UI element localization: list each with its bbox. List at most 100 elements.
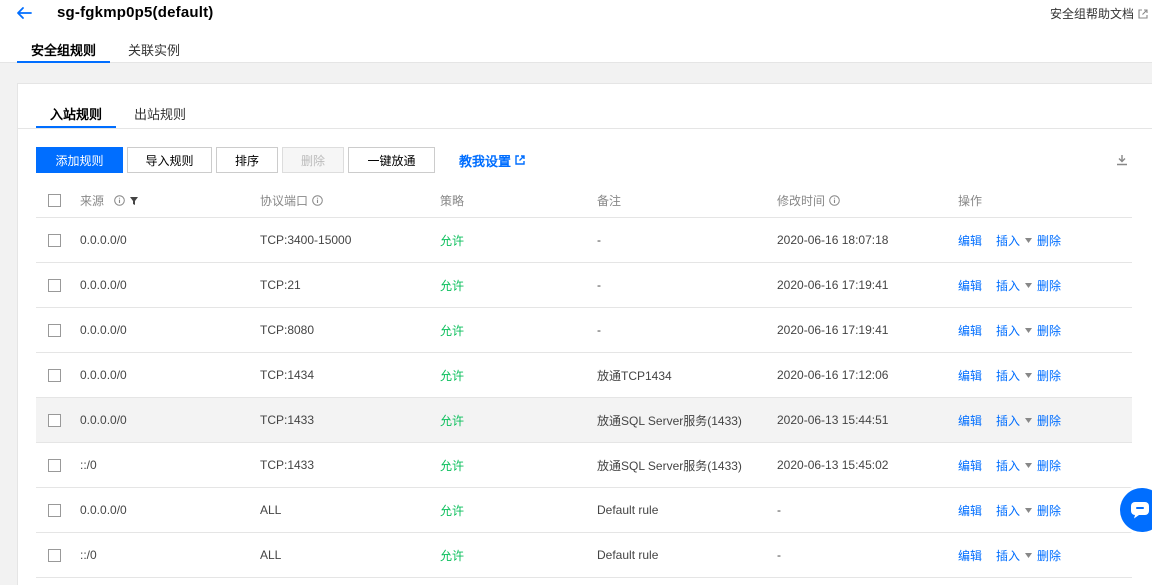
edit-link[interactable]: 编辑 [958,457,982,474]
insert-dropdown[interactable]: 插入 [996,457,1033,474]
edit-link[interactable]: 编辑 [958,232,982,249]
filter-icon[interactable] [130,196,139,205]
edit-link[interactable]: 编辑 [958,502,982,519]
cell-source: 0.0.0.0/0 [80,233,127,247]
delete-button[interactable]: 删除 [282,147,344,173]
cell-port: TCP:1434 [260,368,315,382]
add-rule-button[interactable]: 添加规则 [36,147,123,173]
rules-table: 来源 协议端口 策略 备注 修改时间 操作 0.0.0.0/0 TCP:3400-… [36,184,1132,578]
cell-source: 0.0.0.0/0 [80,413,127,427]
delete-link[interactable]: 删除 [1037,457,1061,474]
back-arrow-icon[interactable] [14,4,34,22]
row-ops: 编辑 插入 删除 [958,232,1128,249]
cell-modified: 2020-06-16 18:07:18 [777,233,889,247]
info-icon[interactable] [829,195,840,206]
delete-link[interactable]: 删除 [1037,547,1061,564]
cell-source: ::/0 [80,458,97,472]
cell-note: Default rule [597,548,659,562]
insert-label: 插入 [996,548,1021,563]
edit-link[interactable]: 编辑 [958,367,982,384]
rule-direction-tabs: 入站规则 出站规则 [36,104,200,128]
open-all-button[interactable]: 一键放通 [348,147,435,173]
column-modified: 修改时间 [777,194,826,208]
guide-link[interactable]: 教我设置 [459,151,525,170]
edit-link[interactable]: 编辑 [958,547,982,564]
cell-policy: 允许 [440,233,465,248]
delete-link[interactable]: 删除 [1037,232,1061,249]
cell-policy: 允许 [440,503,465,518]
insert-dropdown[interactable]: 插入 [996,367,1033,384]
cell-modified: 2020-06-16 17:19:41 [777,278,889,292]
column-source: 来源 [80,194,105,208]
row-checkbox[interactable] [48,323,61,337]
import-rules-button[interactable]: 导入规则 [127,147,212,173]
download-icon[interactable] [1116,154,1128,166]
delete-link[interactable]: 删除 [1037,277,1061,294]
table-body: 0.0.0.0/0 TCP:3400-15000 允许 - 2020-06-16 18:… [36,218,1132,578]
cell-policy: 允许 [440,323,465,338]
row-checkbox[interactable] [48,548,61,562]
cell-source: 0.0.0.0/0 [80,368,127,382]
cell-modified: - [777,548,781,562]
insert-label: 插入 [996,503,1021,518]
top-bar: sg-fgkmp0p5(default) 安全组帮助文档 安全组规则 关联实例 [0,0,1152,63]
row-ops: 编辑 插入 删除 [958,367,1128,384]
row-checkbox[interactable] [48,368,61,382]
insert-dropdown[interactable]: 插入 [996,547,1033,564]
insert-dropdown[interactable]: 插入 [996,412,1033,429]
select-all-checkbox[interactable] [48,194,61,207]
delete-link[interactable]: 删除 [1037,412,1061,429]
delete-link[interactable]: 删除 [1037,322,1061,339]
row-checkbox[interactable] [48,278,61,292]
cell-modified: 2020-06-13 15:45:02 [777,458,889,472]
cell-policy: 允许 [440,458,465,473]
insert-dropdown[interactable]: 插入 [996,502,1033,519]
insert-dropdown[interactable]: 插入 [996,232,1033,249]
sort-button[interactable]: 排序 [216,147,278,173]
edit-link[interactable]: 编辑 [958,277,982,294]
cell-note: 放通SQL Server服务(1433) [597,458,742,473]
external-link-icon [515,155,525,165]
caret-down-icon [1025,552,1033,558]
cell-source: 0.0.0.0/0 [80,323,127,337]
row-checkbox[interactable] [48,233,61,247]
delete-link[interactable]: 删除 [1037,502,1061,519]
cell-port: TCP:21 [260,278,301,292]
caret-down-icon [1025,237,1033,243]
caret-down-icon [1025,282,1033,288]
edit-link[interactable]: 编辑 [958,412,982,429]
insert-dropdown[interactable]: 插入 [996,322,1033,339]
cell-port: TCP:8080 [260,323,315,337]
edit-link[interactable]: 编辑 [958,322,982,339]
guide-link-label: 教我设置 [459,153,512,169]
cell-source: 0.0.0.0/0 [80,503,127,517]
row-ops: 编辑 插入 删除 [958,412,1128,429]
cell-note: - [597,323,601,337]
caret-down-icon [1025,372,1033,378]
row-ops: 编辑 插入 删除 [958,547,1128,564]
tab-inbound-rules[interactable]: 入站规则 [36,104,117,128]
tab-outbound-rules[interactable]: 出站规则 [120,104,200,128]
row-ops: 编辑 插入 删除 [958,322,1128,339]
column-ops: 操作 [958,194,983,208]
cell-policy: 允许 [440,548,465,563]
delete-link[interactable]: 删除 [1037,367,1061,384]
insert-dropdown[interactable]: 插入 [996,277,1033,294]
info-icon[interactable] [312,195,323,206]
row-checkbox[interactable] [48,458,61,472]
tabs-divider [18,128,1152,129]
cell-source: ::/0 [80,548,97,562]
row-ops: 编辑 插入 删除 [958,457,1128,474]
tab-associated-instances[interactable]: 关联实例 [114,40,194,63]
cell-modified: - [777,503,781,517]
table-row: 0.0.0.0/0 TCP:21 允许 - 2020-06-16 17:19:41 编辑插… [36,263,1132,308]
external-link-icon [1138,8,1148,19]
caret-down-icon [1025,327,1033,333]
row-checkbox[interactable] [48,503,61,517]
row-checkbox[interactable] [48,413,61,427]
tab-security-rules[interactable]: 安全组规则 [17,40,111,63]
cell-port: TCP:1433 [260,413,315,427]
cell-source: 0.0.0.0/0 [80,278,127,292]
help-doc-link[interactable]: 安全组帮助文档 [1050,5,1148,22]
info-icon[interactable] [114,195,125,206]
